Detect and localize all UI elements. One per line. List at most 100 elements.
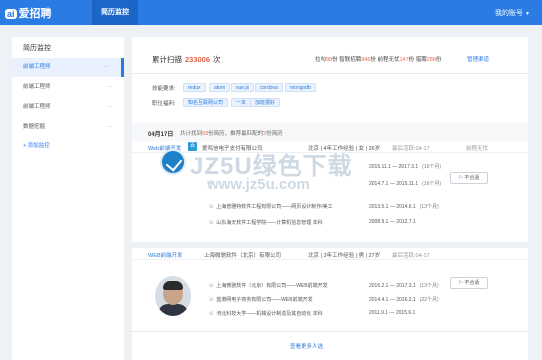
age: 26岁 (368, 146, 381, 152)
period-duration: (16个月) (422, 164, 442, 170)
sidebar-item-monitor-3[interactable]: 前端工程师 ··· (12, 98, 124, 117)
not-suitable-label: 不合适 (464, 175, 480, 181)
skill-tag[interactable]: cordova (255, 83, 283, 92)
scan-unit: 次 (213, 55, 221, 64)
avatar-body (158, 304, 188, 316)
not-suitable-button[interactable]: ⚐ 不合适 (450, 277, 488, 289)
period-duration: (13个月) (419, 283, 439, 289)
lieping-count: 286 (426, 57, 436, 63)
experience-text: 上海微驰软件（北京）有限公司——WEB前端开发 (216, 283, 328, 289)
experience-period: 2016.2.1 — 2017.3.1 (13个月) (369, 282, 439, 289)
avatar-hair (163, 281, 183, 290)
qiancheng-label: 前程无忧 (377, 57, 400, 63)
experience-text: 蓝港网电子商务有限公司——WEB前端开发 (216, 297, 313, 303)
experience-period: 2013.5.1 — 2014.6.1 (13个月) (369, 203, 439, 210)
scan-count: 233006 (185, 55, 211, 64)
not-suitable-label: 不合适 (464, 280, 480, 286)
benefit-tag[interactable]: 知名互联网公司 (183, 98, 229, 107)
benefit-tag[interactable]: 一本 (231, 98, 252, 107)
sidebar-item-monitor-2[interactable]: 前端工程师 ··· (12, 78, 124, 97)
zhilian-label: 智联招聘 (339, 57, 362, 63)
skill-tag[interactable]: mongodb (285, 83, 316, 92)
zhilian-count: 846 (361, 57, 371, 63)
more-icon[interactable]: ··· (103, 58, 109, 77)
more-icon[interactable]: ··· (106, 118, 112, 137)
lieping-label: 猎聘 (415, 57, 427, 63)
timeline-icon: ⊙ (209, 204, 214, 210)
tab-resume-monitor[interactable]: 简历监控 (92, 0, 138, 25)
experience-period: 2008.9.1 — 2012.7.1 (369, 219, 420, 225)
experience-item: ⊙ 河北科技大学——机械设计制造及其自动化 本科 (209, 310, 323, 317)
experience-item: ⊙ 蓝港网电子商务有限公司——WEB前端开发 (209, 296, 313, 303)
age: 27岁 (368, 253, 381, 259)
last-active: 最后活跃:04-17 (392, 253, 430, 259)
experience-period: 2014.4.1 — 2016.2.1 (22个月) (369, 296, 439, 303)
account-label: 我的账号 (495, 10, 524, 17)
channel-stats: 拉勾98份 智联招聘846份 前程无忧147份 猎聘286份 (315, 55, 441, 63)
avatar[interactable] (155, 276, 191, 316)
sidebar-item-monitor-4[interactable]: 数据挖掘 ··· (12, 118, 124, 137)
timeline-icon: ⊙ (209, 220, 214, 226)
period-duration: (16个月) (422, 181, 442, 187)
account-menu[interactable]: 我的账号 ▼ (495, 8, 530, 18)
not-suitable-button[interactable]: ⚐ 不合适 (450, 172, 488, 184)
period-range: 2008.9.1 — 2012.7.1 (369, 219, 416, 225)
manage-channels-link[interactable]: 管理渠道 (467, 55, 489, 63)
experience-text: 河北科技大学——机械设计制造及其自动化 本科 (216, 311, 323, 317)
last-active: 最后活跃:04-17 (392, 146, 430, 152)
app-logo[interactable]: ai 爱招聘 (5, 5, 52, 21)
skill-tag[interactable]: atom (209, 83, 231, 92)
source-channel: 前程无忧 (466, 146, 489, 152)
logo-text: 爱招聘 (18, 8, 52, 20)
unit-label: 份 (332, 57, 338, 63)
unit-label: 份 (435, 57, 442, 63)
experience-text: 山东海天软件工程学院——计算机信息管理 本科 (216, 220, 323, 226)
timeline-icon: ⊙ (209, 297, 214, 303)
period-range: 2014.7.1 — 2015.11.1 (369, 181, 419, 187)
logo-mark: ai (5, 9, 17, 19)
benefit-tag[interactable]: 加班很好 (250, 98, 281, 107)
period-range: 2011.9.1 — 2015.6.1 (369, 310, 416, 316)
more-icon[interactable]: ··· (106, 78, 112, 97)
watermark-logo-icon (160, 149, 186, 175)
skill-tag[interactable]: vue.js (231, 83, 255, 92)
location: 北京 (308, 253, 320, 259)
daily-summary-bar: 04月17日 共计找到93份简历，推荐最匹配的2份简历 (132, 123, 528, 141)
candidate-card-header: WEB前端开发 上海微驰软件（北京）有限公司 北京 | 3年工作经验 | 男 |… (132, 248, 528, 260)
more-icon[interactable]: ··· (106, 98, 112, 117)
top-bar: ai 爱招聘 简历监控 我的账号 ▼ (0, 0, 542, 25)
divider (132, 73, 528, 74)
skill-tag[interactable]: redux (183, 83, 206, 92)
watermark: JZ5U绿色下载 www.jz5u.com (160, 146, 370, 200)
experience-item: ⊙ 上海微驰软件（北京）有限公司——WEB前端开发 (209, 282, 328, 289)
experience-period: 2014.7.1 — 2015.11.1 (16个月) (369, 180, 441, 187)
current-company: 上海微驰软件（北京）有限公司 (204, 253, 282, 259)
scan-total: 累计扫描 233006 次 (152, 54, 221, 65)
period-range: 2016.2.1 — 2017.3.1 (369, 283, 416, 289)
sidebar-item-monitor-1[interactable]: 前端工程师 ··· (12, 58, 124, 77)
experience-years: 3年工作经验 (323, 253, 355, 259)
period-range: 2015.11.1 — 2017.3.1 (369, 164, 419, 170)
add-monitor-link[interactable]: + 添加监控 (23, 141, 50, 149)
lagou-label: 拉勾 (315, 57, 327, 63)
qiancheng-count: 147 (399, 57, 409, 63)
candidate-attributes: 北京 | 3年工作经验 | 男 | 27岁 (308, 253, 381, 259)
sidebar: 简历监控 前端工程师 ··· 前端工程师 ··· 前端工程师 ··· 数据挖掘 … (12, 37, 124, 360)
sidebar-item-label: 前端工程师 (23, 64, 51, 70)
timeline-icon: ⊙ (209, 311, 214, 317)
unit-label: 份 (370, 57, 376, 63)
divider (132, 331, 528, 332)
summary-suffix: 份简历 (266, 131, 283, 137)
period-duration: (22个月) (419, 297, 439, 303)
summary-middle: 份简历，推荐最匹配的 (208, 131, 264, 137)
watermark-url: www.jz5u.com (207, 176, 310, 193)
timeline-icon: ⊙ (209, 283, 214, 289)
experience-period: 2015.11.1 — 2017.3.1 (16个月) (369, 163, 441, 170)
view-more-candidates-button[interactable]: 查看更多人选 (290, 342, 323, 350)
experience-item: ⊙ 山东海天软件工程学院——计算机信息管理 本科 (209, 219, 323, 226)
skills-label: 技能要求: (152, 86, 176, 92)
unit-label: 份 (408, 57, 415, 63)
position-name[interactable]: WEB前端开发 (148, 251, 183, 259)
period-duration: (13个月) (419, 204, 439, 210)
scan-label: 累计扫描 (152, 55, 182, 64)
